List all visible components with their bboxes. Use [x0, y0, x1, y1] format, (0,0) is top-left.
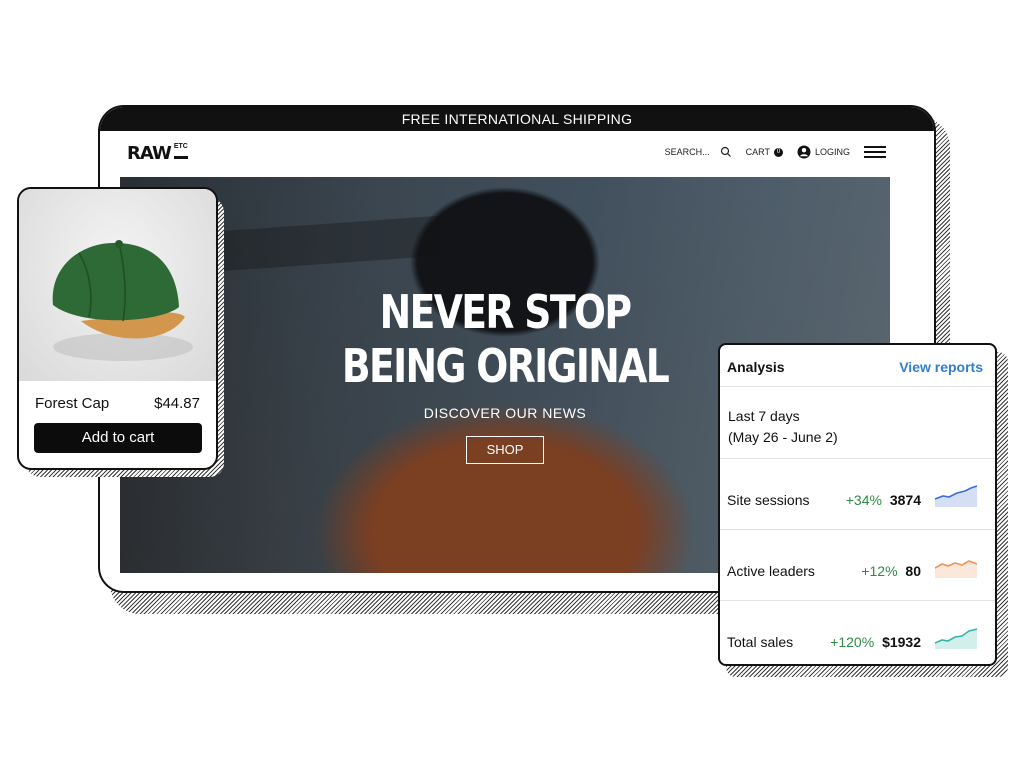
- metric-value: +12% 80: [861, 563, 921, 579]
- analysis-title: Analysis: [727, 359, 785, 375]
- shop-button[interactable]: SHOP: [466, 436, 544, 464]
- product-image[interactable]: [19, 189, 216, 381]
- metric-change: +120%: [830, 634, 875, 650]
- sparkline-icon: [935, 628, 977, 649]
- login-link[interactable]: LOGING: [797, 145, 850, 159]
- sparkline-icon: [935, 560, 977, 578]
- search-icon[interactable]: [720, 146, 732, 158]
- cap-icon: [52, 240, 193, 361]
- date-range-dates: (May 26 - June 2): [728, 429, 838, 445]
- metric-value: +120% $1932: [830, 634, 921, 650]
- metric-row-site-sessions: Site sessions +34% 3874: [720, 459, 995, 530]
- cart-label: CART: [745, 147, 770, 157]
- cart-count-badge: 0: [773, 147, 783, 157]
- add-to-cart-button[interactable]: Add to cart: [34, 423, 202, 453]
- search-label: SEARCH...: [664, 147, 710, 157]
- analysis-card: Analysis View reports Last 7 days (May 2…: [718, 343, 997, 666]
- metric-number: 80: [905, 563, 921, 579]
- metric-number: 3874: [889, 492, 921, 508]
- logo-subtext: ETC: [173, 143, 188, 159]
- metric-label: Total sales: [727, 634, 794, 650]
- promo-bar: FREE INTERNATIONAL SHIPPING: [100, 107, 934, 131]
- hamburger-menu-icon[interactable]: [864, 145, 886, 159]
- metric-row-active-leaders: Active leaders +12% 80: [720, 530, 995, 601]
- site-logo[interactable]: RAW ETC: [127, 143, 188, 164]
- product-card: Forest Cap $44.87 Add to cart: [17, 187, 218, 470]
- sparkline-icon: [935, 485, 977, 507]
- metric-value: +34% 3874: [846, 492, 921, 508]
- search-link[interactable]: SEARCH...: [665, 146, 732, 158]
- hero-title-line-1: NEVER STOP: [379, 285, 632, 339]
- view-reports-link[interactable]: View reports: [899, 359, 983, 375]
- header-nav: SEARCH... CART 0 LOGING: [665, 145, 886, 159]
- metric-row-total-sales: Total sales +120% $1932: [720, 601, 995, 664]
- product-price: $44.87: [154, 395, 200, 412]
- date-range-label: Last 7 days: [728, 408, 800, 424]
- cart-link[interactable]: CART 0: [746, 147, 783, 157]
- product-name: Forest Cap: [35, 395, 110, 412]
- metric-label: Site sessions: [727, 492, 810, 508]
- logo-text: RAW: [127, 143, 172, 164]
- date-range: Last 7 days (May 26 - June 2): [720, 387, 995, 459]
- login-label: LOGING: [814, 147, 850, 157]
- metric-change: +34%: [845, 492, 882, 508]
- analysis-header: Analysis View reports: [720, 345, 995, 387]
- metric-number: $1932: [882, 634, 921, 650]
- cap-crown: [52, 242, 180, 321]
- user-icon: [797, 145, 811, 159]
- metric-change: +12%: [861, 563, 898, 579]
- metric-label: Active leaders: [727, 563, 815, 579]
- site-header: RAW ETC SEARCH... CART 0 LOGING: [100, 131, 934, 177]
